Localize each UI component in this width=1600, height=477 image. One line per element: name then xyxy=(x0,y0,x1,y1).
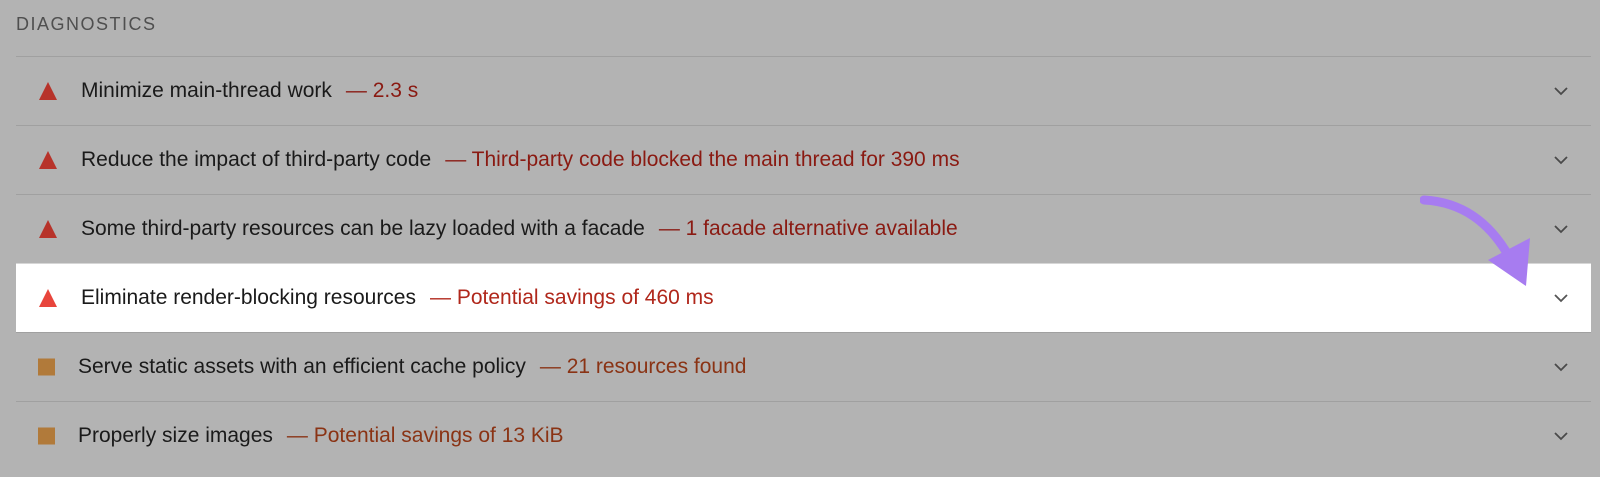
chevron-down-icon[interactable] xyxy=(1553,155,1569,165)
audit-row-size-images[interactable]: Properly size images — Potential savings … xyxy=(16,401,1591,470)
audit-display-value: — 2.3 s xyxy=(345,79,419,102)
chevron-down-icon[interactable] xyxy=(1553,362,1569,372)
audit-title: Some third-party resources can be lazy l… xyxy=(81,217,645,240)
chevron-down-icon[interactable] xyxy=(1553,224,1569,234)
audit-title: Properly size images xyxy=(78,424,273,447)
diagnostics-list: Minimize main-thread work — 2.3 s Reduce … xyxy=(16,56,1591,470)
chevron-down-icon[interactable] xyxy=(1553,86,1569,96)
square-icon xyxy=(38,427,55,445)
audit-title: Serve static assets with an efficient ca… xyxy=(78,355,526,378)
warning-triangle-icon xyxy=(39,289,57,307)
audit-display-value: — Potential savings of 460 ms xyxy=(430,286,714,309)
warning-triangle-icon xyxy=(39,151,57,169)
audit-display-value: — 1 facade alternative available xyxy=(658,217,958,240)
audit-row-third-party-code[interactable]: Reduce the impact of third-party code — T… xyxy=(16,125,1591,194)
warning-triangle-icon xyxy=(39,220,57,238)
audit-row-lazy-load-facade[interactable]: Some third-party resources can be lazy l… xyxy=(16,194,1591,263)
audit-row-cache-policy[interactable]: Serve static assets with an efficient ca… xyxy=(16,332,1591,401)
warning-triangle-icon xyxy=(39,82,57,100)
audit-row-render-blocking[interactable]: Eliminate render-blocking resources — Pot… xyxy=(16,263,1591,332)
audit-display-value: — Potential savings of 13 KiB xyxy=(286,424,564,447)
audit-title: Eliminate render-blocking resources xyxy=(81,286,416,309)
square-icon xyxy=(38,358,55,376)
chevron-down-icon[interactable] xyxy=(1553,293,1569,303)
section-title: DIAGNOSTICS xyxy=(16,14,157,34)
audit-display-value: — 21 resources found xyxy=(539,355,747,378)
audit-title: Minimize main-thread work xyxy=(81,79,332,102)
audit-title: Reduce the impact of third-party code xyxy=(81,148,432,171)
chevron-down-icon[interactable] xyxy=(1553,431,1569,441)
audit-display-value: — Third-party code blocked the main thre… xyxy=(445,148,960,171)
audit-row-main-thread-work[interactable]: Minimize main-thread work — 2.3 s xyxy=(16,56,1591,125)
